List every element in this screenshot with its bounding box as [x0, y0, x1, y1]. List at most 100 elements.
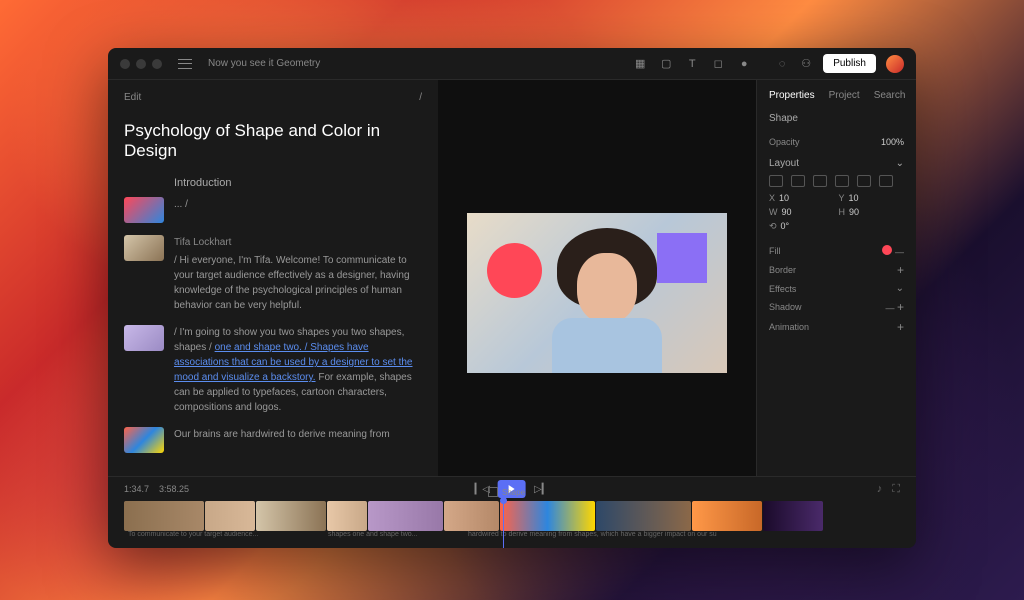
- plus-icon[interactable]: +: [897, 320, 904, 334]
- properties-pane: Properties Project Search Shape Opacity …: [756, 80, 916, 476]
- minimize-dot[interactable]: [136, 59, 146, 69]
- purple-square-shape[interactable]: [657, 233, 707, 283]
- rotation-field[interactable]: ⟲ 0°: [769, 221, 835, 232]
- edit-label[interactable]: Edit: [124, 92, 141, 103]
- clips-track[interactable]: [108, 501, 916, 531]
- effects-row[interactable]: Effects ⌄: [769, 280, 904, 297]
- volume-icon[interactable]: ♪: [877, 483, 883, 496]
- timeline-clip[interactable]: [763, 501, 823, 531]
- script-text[interactable]: Tifa Lockhart / Hi everyone, I'm Tifa. W…: [174, 235, 422, 313]
- align-icons: [769, 175, 904, 187]
- shape-marker[interactable]: Shape: [488, 487, 525, 497]
- align-left-icon[interactable]: [769, 175, 783, 187]
- tab-project[interactable]: Project: [829, 90, 860, 101]
- plus-icon[interactable]: +: [897, 263, 904, 277]
- align-middle-icon[interactable]: [857, 175, 871, 187]
- align-top-icon[interactable]: [835, 175, 849, 187]
- caption-segment[interactable]: shapes one and shape two...: [324, 531, 464, 545]
- timeline-clip[interactable]: [444, 501, 499, 531]
- animation-row[interactable]: Animation +: [769, 317, 904, 337]
- effects-label: Effects: [769, 284, 796, 294]
- plus-icon[interactable]: +: [897, 300, 904, 314]
- skip-forward-icon[interactable]: ▷▎: [534, 484, 549, 495]
- captions-track: To communicate to your target audience..…: [108, 531, 916, 545]
- script-text[interactable]: Our brains are hardwired to derive meani…: [174, 427, 422, 453]
- shadow-label: Shadow: [769, 302, 802, 312]
- w-field[interactable]: W 90: [769, 207, 835, 217]
- share-icon[interactable]: ⚇: [799, 57, 813, 71]
- user-avatar[interactable]: [886, 55, 904, 73]
- border-row[interactable]: Border +: [769, 260, 904, 280]
- shape-section-label: Shape: [769, 113, 904, 124]
- opacity-label: Opacity: [769, 137, 800, 147]
- clip-thumbnail[interactable]: [124, 427, 164, 453]
- position-grid: X 10 Y 10 W 90 H 90 ⟲ 0°: [769, 193, 904, 232]
- align-bottom-icon[interactable]: [879, 175, 893, 187]
- timeline-area: 1:34.7 3:58.25 ▎◁ ▷▎ ♪ ⛶ Shape: [108, 476, 916, 548]
- section-label: Introduction: [174, 177, 422, 189]
- main-area: Edit / Psychology of Shape and Color in …: [108, 80, 916, 476]
- timeline-clip[interactable]: [596, 501, 691, 531]
- layout-section-label[interactable]: Layout⌄: [769, 158, 904, 169]
- publish-button[interactable]: Publish: [823, 54, 876, 73]
- fill-row[interactable]: Fill —: [769, 242, 904, 260]
- script-text[interactable]: / I'm going to show you two shapes you t…: [174, 325, 422, 415]
- shape-icon[interactable]: ◻: [711, 57, 725, 71]
- current-time: 1:34.7: [124, 484, 149, 494]
- opacity-value[interactable]: 100%: [881, 137, 904, 147]
- red-circle-shape[interactable]: [487, 243, 542, 298]
- video-preview[interactable]: [467, 213, 727, 373]
- y-field[interactable]: Y 10: [839, 193, 905, 203]
- page-title: Psychology of Shape and Color in Design: [124, 121, 422, 161]
- timeline[interactable]: Shape To communicate to your target audi…: [108, 501, 916, 548]
- titlebar-right: ◌ ⚇ Publish: [775, 54, 904, 73]
- align-right-icon[interactable]: [813, 175, 827, 187]
- caption-segment[interactable]: To communicate to your target audience..…: [124, 531, 324, 545]
- total-time: 3:58.25: [159, 484, 189, 494]
- clip-thumbnail[interactable]: [124, 235, 164, 261]
- menu-icon[interactable]: [178, 59, 192, 69]
- text-icon[interactable]: T: [685, 57, 699, 71]
- script-text[interactable]: ... /: [174, 197, 422, 223]
- script-block-1[interactable]: ... /: [124, 197, 422, 223]
- maximize-dot[interactable]: [152, 59, 162, 69]
- image-icon[interactable]: ▢: [659, 57, 673, 71]
- timeline-clip[interactable]: [327, 501, 367, 531]
- clip-thumbnail[interactable]: [124, 197, 164, 223]
- script-block-2[interactable]: Tifa Lockhart / Hi everyone, I'm Tifa. W…: [124, 235, 422, 313]
- animation-label: Animation: [769, 322, 809, 332]
- timeline-clip[interactable]: [124, 501, 204, 531]
- edit-bar: Edit /: [124, 92, 422, 103]
- timeline-clip[interactable]: [500, 501, 595, 531]
- tab-search[interactable]: Search: [874, 90, 906, 101]
- toolbar: ▦ ▢ T ◻ ●: [633, 57, 751, 71]
- mic-icon[interactable]: ●: [737, 57, 751, 71]
- close-dot[interactable]: [120, 59, 130, 69]
- titlebar: Now you see it Geometry ▦ ▢ T ◻ ● ◌ ⚇ Pu…: [108, 48, 916, 80]
- x-field[interactable]: X 10: [769, 193, 835, 203]
- h-field[interactable]: H 90: [839, 207, 905, 217]
- fill-label: Fill: [769, 246, 781, 256]
- playhead[interactable]: [503, 501, 504, 548]
- shadow-row[interactable]: Shadow — +: [769, 297, 904, 317]
- chevron-down-icon[interactable]: ⌄: [896, 158, 904, 169]
- fullscreen-icon[interactable]: ⛶: [892, 483, 900, 496]
- align-center-icon[interactable]: [791, 175, 805, 187]
- comment-icon[interactable]: ◌: [775, 57, 789, 71]
- timeline-clip[interactable]: [256, 501, 326, 531]
- opacity-row[interactable]: Opacity 100%: [769, 134, 904, 150]
- timeline-clip[interactable]: [692, 501, 762, 531]
- script-block-4[interactable]: Our brains are hardwired to derive meani…: [124, 427, 422, 453]
- grid-icon[interactable]: ▦: [633, 57, 647, 71]
- app-window: Now you see it Geometry ▦ ▢ T ◻ ● ◌ ⚇ Pu…: [108, 48, 916, 548]
- script-block-3[interactable]: / I'm going to show you two shapes you t…: [124, 325, 422, 415]
- timeline-clip[interactable]: [368, 501, 443, 531]
- timeline-clip[interactable]: [205, 501, 255, 531]
- panel-tabs: Properties Project Search: [769, 90, 904, 101]
- slash-label: /: [419, 92, 422, 103]
- traffic-lights[interactable]: [120, 59, 162, 69]
- fill-color-swatch[interactable]: [882, 245, 892, 255]
- clip-thumbnail[interactable]: [124, 325, 164, 351]
- chevron-down-icon[interactable]: ⌄: [896, 283, 904, 294]
- tab-properties[interactable]: Properties: [769, 90, 815, 101]
